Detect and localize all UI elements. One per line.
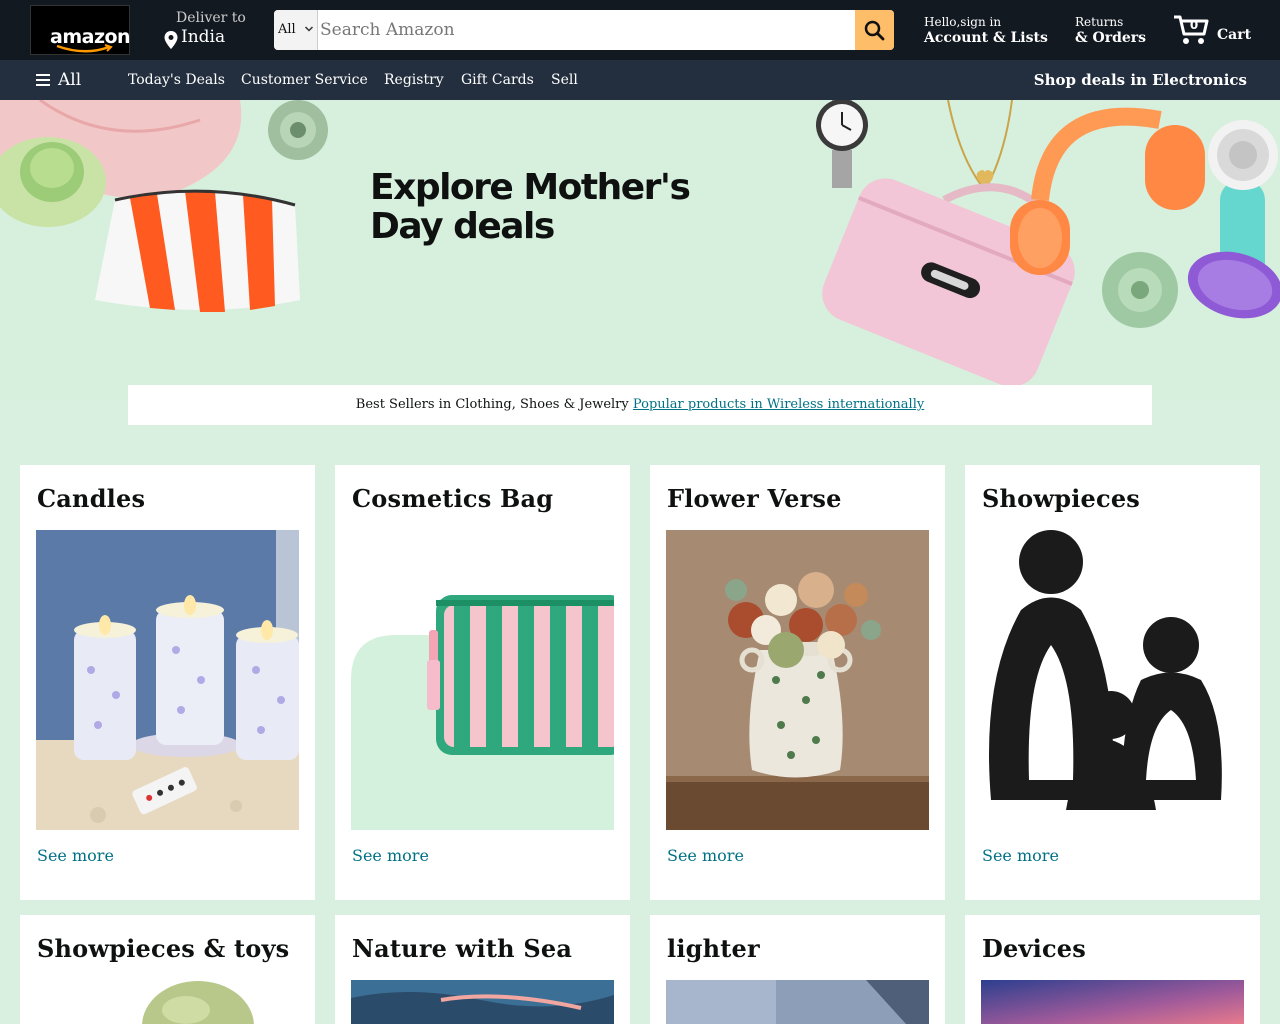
see-more-link[interactable]: See more [352, 846, 429, 865]
search-bar: All [274, 10, 894, 50]
location-pin-icon [164, 31, 178, 49]
returns-label: Returns [1075, 15, 1124, 29]
hamburger-icon [36, 74, 50, 86]
card-title: Nature with Sea [352, 934, 573, 963]
card-image-candles[interactable] [36, 530, 299, 830]
search-icon [864, 20, 885, 41]
nav-link-registry[interactable]: Registry [384, 72, 444, 88]
card-title: lighter [667, 934, 760, 963]
card-image-showpieces-toys[interactable] [36, 980, 299, 1024]
orders-label: & Orders [1075, 30, 1147, 46]
category-card-flower-verse: Flower Verse See more [650, 465, 945, 900]
nav-promo-link[interactable]: Shop deals in Electronics [1034, 71, 1247, 89]
top-nav: amazon Deliver to India All Hello [0, 0, 1280, 60]
search-category-label: All [278, 22, 296, 37]
nav-link-customer-service[interactable]: Customer Service [241, 72, 368, 88]
see-more-link[interactable]: See more [37, 846, 114, 865]
category-card-showpieces-toys: Showpieces & toys [20, 915, 315, 1024]
amazon-logo[interactable]: amazon [30, 5, 131, 55]
nav-link-gift-cards[interactable]: Gift Cards [461, 72, 534, 88]
account-label: Account & Lists [924, 30, 1048, 46]
card-title: Devices [982, 934, 1086, 963]
all-menu-label: All [58, 70, 82, 90]
best-sellers-bar: Best Sellers in Clothing, Shoes & Jewelr… [128, 385, 1152, 425]
deliver-country: India [181, 27, 226, 47]
logo-smile-icon [56, 44, 113, 53]
sub-nav: All Today's Deals Customer Service Regis… [0, 60, 1280, 100]
card-image-flower-verse[interactable] [666, 530, 929, 830]
account-greeting: Hello,sign in [924, 15, 1002, 29]
card-title: Showpieces [982, 484, 1141, 513]
see-more-link[interactable]: See more [667, 846, 744, 865]
returns-orders[interactable]: Returns & Orders [1075, 15, 1146, 46]
nav-link-sell[interactable]: Sell [551, 72, 578, 88]
see-more-link[interactable]: See more [982, 846, 1059, 865]
category-card-cosmetics-bag: Cosmetics Bag See more [335, 465, 630, 900]
hero-title: Explore Mother's Day deals [370, 167, 691, 247]
popular-products-link[interactable]: Popular products in Wireless internation… [633, 397, 924, 412]
deliver-label: Deliver to [176, 10, 246, 26]
cart-label: Cart [1217, 27, 1252, 43]
best-sellers-text: Best Sellers in Clothing, Shoes & Jewelr… [355, 397, 629, 412]
card-title: Showpieces & toys [37, 934, 290, 963]
hero-banner[interactable]: Explore Mother's Day deals [0, 100, 1280, 400]
category-card-candles: Candles See more [20, 465, 315, 900]
card-title: Cosmetics Bag [352, 484, 554, 513]
cart-icon: 0 [1174, 15, 1209, 44]
card-image-cosmetics-bag[interactable] [351, 530, 614, 830]
category-card-lighter: lighter [650, 915, 945, 1024]
account-lists[interactable]: Hello,sign in Account & Lists [924, 15, 1048, 46]
card-image-devices[interactable] [981, 980, 1244, 1024]
nav-link-todays-deals[interactable]: Today's Deals [128, 72, 225, 88]
chevron-down-icon [304, 26, 314, 32]
card-image-showpieces[interactable] [981, 530, 1244, 830]
hero-illustration [0, 100, 1280, 387]
search-button[interactable] [855, 10, 894, 50]
card-title: Flower Verse [667, 484, 842, 513]
svg-text:0: 0 [1190, 18, 1198, 32]
category-card-nature-with-sea: Nature with Sea [335, 915, 630, 1024]
card-image-nature-with-sea[interactable] [351, 980, 614, 1024]
category-card-showpieces: Showpieces See more [965, 465, 1260, 900]
search-input[interactable] [318, 10, 854, 50]
category-card-devices: Devices [965, 915, 1260, 1024]
card-image-lighter[interactable] [666, 980, 929, 1024]
search-category-select[interactable]: All [274, 10, 318, 50]
cart-button[interactable]: 0 Cart [1172, 10, 1262, 50]
card-title: Candles [37, 484, 146, 513]
